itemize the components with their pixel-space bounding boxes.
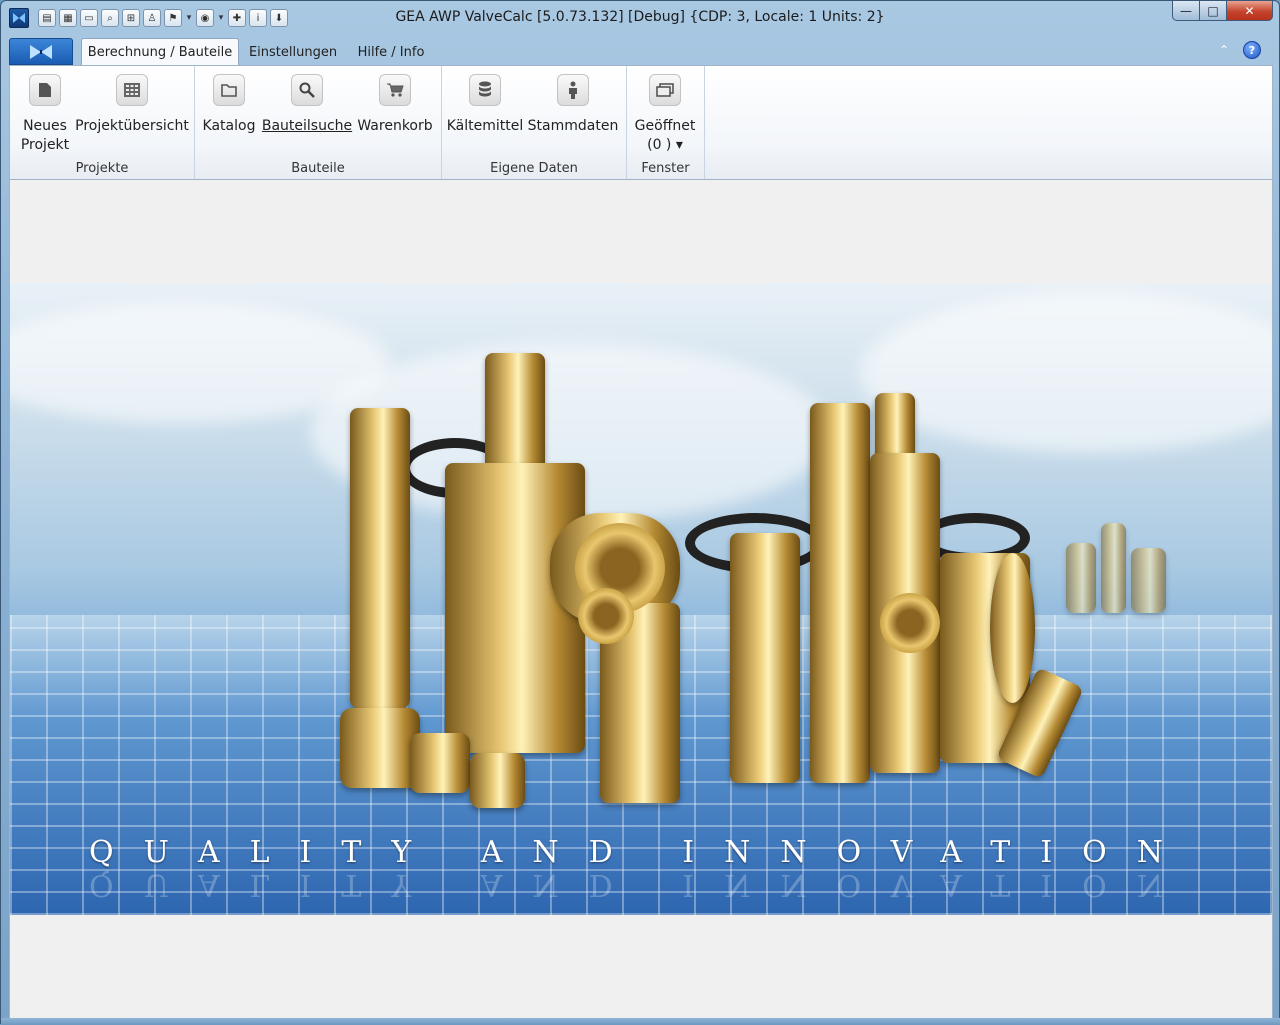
- catalog-label: Katalog: [202, 118, 256, 134]
- banner-motto: QUALITY AND INNOVATION: [88, 835, 1194, 870]
- refrigerant-icon: [469, 74, 501, 106]
- threaded-fitting: [410, 733, 470, 793]
- flange: [990, 553, 1035, 703]
- project-overview-icon: [116, 74, 148, 106]
- ribbon-panel: Neues Projekt Projektübersicht Projekte K…: [9, 65, 1273, 180]
- maximize-button[interactable]: □: [1200, 1, 1227, 21]
- valve-body: [1131, 548, 1166, 613]
- tab-berechnung-bauteile[interactable]: Berechnung / Bauteile: [81, 38, 239, 65]
- application-window: ▤ ▦ ▭ ⌕ ⊞ ♙ ⚑ ▾ ◉ ▾ ✚ i ⬇ GEA AWP ValveC…: [0, 0, 1280, 1025]
- refrigerant-button[interactable]: Kältemittel: [447, 74, 523, 136]
- refrigerant-label: Kältemittel: [446, 118, 524, 134]
- valve-body: [810, 403, 870, 783]
- valve-assembly-image: [300, 353, 1084, 813]
- new-project-button[interactable]: Neues Projekt: [18, 74, 72, 155]
- project-overview-label: Projektübersicht: [75, 118, 189, 134]
- new-project-label-line1: Neues: [23, 118, 67, 134]
- distant-valve-group: [1056, 523, 1176, 623]
- tab-einstellungen[interactable]: Einstellungen: [243, 39, 343, 65]
- ribbon-group-eigene-daten: Kältemittel Stammdaten Eigene Daten: [442, 66, 627, 179]
- catalog-icon: [213, 74, 245, 106]
- component-search-icon: [291, 74, 323, 106]
- shopping-cart-label: Warenkorb: [357, 118, 433, 134]
- windows-icon: [649, 74, 681, 106]
- master-data-label: Stammdaten: [527, 118, 619, 134]
- shopping-cart-button[interactable]: Warenkorb: [357, 74, 433, 136]
- threaded-fitting: [470, 753, 525, 808]
- master-data-icon: [557, 74, 589, 106]
- window-title: GEA AWP ValveCalc [5.0.73.132] [Debug] {…: [395, 9, 885, 25]
- valve-body: [1066, 543, 1096, 613]
- open-windows-button[interactable]: Geöffnet (0 ) ▾: [633, 74, 697, 155]
- threaded-fitting: [340, 708, 420, 788]
- quality-innovation-banner: QUALITY AND INNOVATION QUALITY AND INNOV…: [10, 283, 1272, 915]
- new-project-label-line2: Projekt: [20, 137, 70, 153]
- new-project-icon: [29, 74, 61, 106]
- group-label-eigene-daten: Eigene Daten: [490, 161, 578, 176]
- component-search-label: Bauteilsuche: [261, 118, 353, 134]
- minimize-button[interactable]: —: [1172, 1, 1200, 21]
- project-overview-button[interactable]: Projektübersicht: [75, 74, 189, 136]
- open-windows-label: Geöffnet: [634, 118, 696, 134]
- component-search-button[interactable]: Bauteilsuche: [261, 74, 353, 136]
- ribbon-tab-strip: Berechnung / Bauteile Einstellungen Hilf…: [9, 35, 1273, 65]
- pipe-opening: [578, 588, 634, 644]
- valve-body: [730, 533, 800, 783]
- ribbon-group-bauteile: Katalog Bauteilsuche Warenkorb Bauteile: [195, 66, 442, 179]
- valve-body: [350, 408, 410, 708]
- open-windows-count: (0 ) ▾: [647, 137, 683, 153]
- gea-logo-icon: [30, 44, 52, 59]
- group-label-projekte: Projekte: [75, 161, 129, 176]
- application-menu-button[interactable]: [9, 38, 73, 65]
- ribbon-group-fenster: Geöffnet (0 ) ▾ Fenster: [627, 66, 705, 179]
- close-button[interactable]: ✕: [1227, 1, 1273, 21]
- banner-motto-reflection: QUALITY AND INNOVATION: [88, 867, 1194, 902]
- main-content-area: QUALITY AND INNOVATION QUALITY AND INNOV…: [9, 180, 1273, 1018]
- shopping-cart-icon: [379, 74, 411, 106]
- ribbon-group-projekte: Neues Projekt Projektübersicht Projekte: [10, 66, 195, 179]
- master-data-button[interactable]: Stammdaten: [528, 74, 618, 136]
- valve-body: [1101, 523, 1126, 613]
- help-icon[interactable]: ?: [1243, 41, 1261, 59]
- collapse-ribbon-icon[interactable]: ⌃: [1219, 43, 1229, 57]
- pipe-opening: [880, 593, 940, 653]
- group-label-fenster: Fenster: [641, 161, 690, 176]
- ribbon-help-area: ⌃ ?: [1219, 41, 1261, 59]
- title-bar[interactable]: ▤ ▦ ▭ ⌕ ⊞ ♙ ⚑ ▾ ◉ ▾ ✚ i ⬇ GEA AWP ValveC…: [1, 1, 1279, 35]
- group-label-bauteile: Bauteile: [291, 161, 345, 176]
- catalog-button[interactable]: Katalog: [201, 74, 257, 136]
- tab-hilfe-info[interactable]: Hilfe / Info: [351, 39, 431, 65]
- window-controls: — □ ✕: [1172, 1, 1273, 21]
